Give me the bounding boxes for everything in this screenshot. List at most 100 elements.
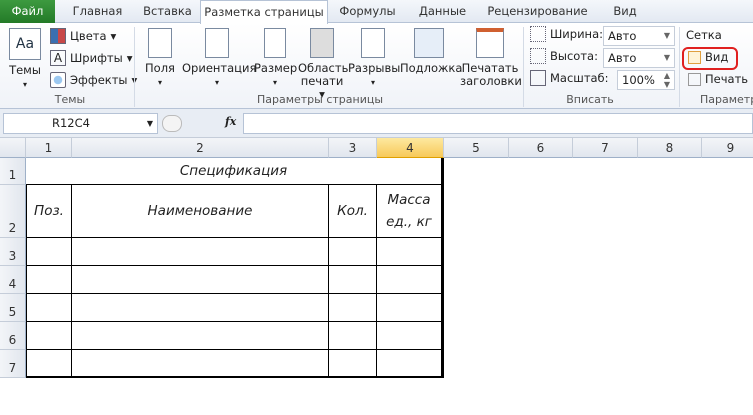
background-label: Подложка bbox=[400, 61, 463, 75]
row-header[interactable]: 4 bbox=[0, 266, 26, 294]
breaks-label: Разрывы bbox=[348, 61, 401, 75]
orientation-label: Ориентация bbox=[182, 61, 257, 75]
effects-label: Эффекты bbox=[70, 73, 128, 87]
table-cell[interactable] bbox=[26, 238, 72, 266]
table-cell[interactable] bbox=[377, 294, 444, 322]
tab-insert[interactable]: Вставка bbox=[135, 0, 200, 23]
page-setup-group-label: Параметры страницы bbox=[256, 93, 384, 106]
background-button[interactable]: Подложка bbox=[400, 28, 462, 75]
table-cell[interactable] bbox=[26, 266, 72, 294]
gridlines-print-checkbox[interactable]: Печать bbox=[688, 72, 748, 86]
column-header[interactable]: 7 bbox=[573, 138, 638, 158]
table-cell[interactable] bbox=[329, 322, 377, 350]
print-titles-label-2: заголовки bbox=[460, 74, 522, 88]
print-titles-label-1: Печатать bbox=[461, 61, 519, 75]
header-mass[interactable]: Масса ед., кг bbox=[377, 185, 444, 238]
row-header[interactable]: 6 bbox=[0, 322, 26, 350]
column-header[interactable]: 4 bbox=[377, 138, 444, 158]
header-position[interactable]: Поз. bbox=[26, 185, 72, 238]
formula-bar-resize-handle[interactable] bbox=[162, 115, 182, 132]
size-button[interactable]: Размер ▾ bbox=[254, 28, 297, 89]
height-icon bbox=[530, 48, 546, 64]
margins-button[interactable]: Поля ▾ bbox=[143, 28, 177, 89]
themes-button[interactable]: Aa Темы ▾ bbox=[5, 28, 45, 91]
gridlines-view-checkbox[interactable]: Вид bbox=[688, 50, 728, 64]
width-label: Ширина: bbox=[550, 27, 603, 41]
table-cell[interactable] bbox=[377, 238, 444, 266]
view-label: Вид bbox=[705, 50, 729, 64]
width-label-group: Ширина: bbox=[530, 26, 603, 42]
height-value: Авто bbox=[608, 51, 637, 65]
print-label: Печать bbox=[705, 72, 749, 86]
insert-function-button[interactable]: fx bbox=[225, 115, 236, 128]
table-cell[interactable] bbox=[377, 266, 444, 294]
checkbox-icon bbox=[688, 72, 701, 86]
margins-icon bbox=[148, 28, 172, 58]
row-header[interactable]: 5 bbox=[0, 294, 26, 322]
table-cell[interactable] bbox=[329, 238, 377, 266]
table-cell[interactable] bbox=[72, 294, 329, 322]
tab-view[interactable]: Вид bbox=[605, 0, 645, 23]
column-header[interactable]: 8 bbox=[638, 138, 702, 158]
table-cell[interactable] bbox=[26, 322, 72, 350]
scale-value: 100% bbox=[622, 73, 655, 87]
scale-spinner[interactable]: 100% ▲ ▼ bbox=[617, 70, 675, 90]
width-select[interactable]: Авто ▼ bbox=[603, 26, 675, 46]
column-header[interactable]: 1 bbox=[26, 138, 72, 158]
width-icon bbox=[530, 26, 546, 42]
table-cell[interactable] bbox=[72, 350, 329, 378]
height-select[interactable]: Авто ▼ bbox=[603, 48, 675, 68]
tab-review[interactable]: Рецензирование bbox=[480, 0, 595, 23]
row-header[interactable]: 3 bbox=[0, 238, 26, 266]
name-box[interactable]: R12C4 ▼ bbox=[3, 113, 158, 134]
breaks-button[interactable]: Разрывы ▾ bbox=[348, 28, 401, 89]
row-header[interactable]: 7 bbox=[0, 350, 26, 378]
table-cell[interactable] bbox=[377, 322, 444, 350]
table-cell[interactable] bbox=[72, 322, 329, 350]
fonts-button[interactable]: A Шрифты ▾ bbox=[50, 50, 132, 66]
row-header[interactable]: 1 bbox=[0, 158, 26, 185]
fonts-icon: A bbox=[50, 50, 66, 66]
table-cell[interactable] bbox=[329, 266, 377, 294]
table-title-cell[interactable]: Спецификация bbox=[26, 158, 444, 185]
effects-button[interactable]: Эффекты ▾ bbox=[50, 72, 137, 88]
print-area-label-1: Область bbox=[298, 61, 349, 75]
print-titles-icon bbox=[476, 28, 504, 58]
column-header[interactable]: 9 bbox=[702, 138, 753, 158]
ribbon-tabs: Файл Главная Вставка Разметка страницы Ф… bbox=[0, 0, 753, 24]
tab-page-layout[interactable]: Разметка страницы bbox=[200, 0, 328, 24]
print-area-label-2: печати bbox=[300, 74, 344, 88]
row-header[interactable]: 2 bbox=[0, 185, 26, 238]
printer-icon bbox=[310, 28, 334, 58]
colors-icon bbox=[50, 28, 66, 44]
table-cell[interactable] bbox=[26, 350, 72, 378]
table-cell[interactable] bbox=[377, 350, 444, 378]
table-cell[interactable] bbox=[329, 350, 377, 378]
scale-group-label: Вписать bbox=[566, 93, 614, 106]
orientation-icon bbox=[205, 28, 229, 58]
tab-formulas[interactable]: Формулы bbox=[330, 0, 405, 23]
column-header[interactable]: 6 bbox=[509, 138, 573, 158]
tab-data[interactable]: Данные bbox=[410, 0, 475, 23]
width-value: Авто bbox=[608, 29, 637, 43]
header-quantity[interactable]: Кол. bbox=[329, 185, 377, 238]
column-header[interactable]: 2 bbox=[72, 138, 329, 158]
orientation-button[interactable]: Ориентация ▾ bbox=[182, 28, 256, 89]
table-cell[interactable] bbox=[72, 238, 329, 266]
table-cell[interactable] bbox=[329, 294, 377, 322]
print-titles-button[interactable]: Печатать заголовки bbox=[460, 28, 522, 88]
table-cell[interactable] bbox=[26, 294, 72, 322]
formula-input[interactable] bbox=[243, 113, 753, 134]
column-header[interactable]: 5 bbox=[444, 138, 509, 158]
scale-label-group: Масштаб: bbox=[530, 70, 609, 86]
colors-button[interactable]: Цвета ▾ bbox=[50, 28, 116, 44]
tab-file[interactable]: Файл bbox=[0, 0, 55, 23]
sheet-options-group-label: Параметр bbox=[700, 93, 753, 106]
table-cell[interactable] bbox=[72, 266, 329, 294]
column-header[interactable]: 3 bbox=[329, 138, 377, 158]
tab-home[interactable]: Главная bbox=[60, 0, 135, 23]
effects-icon bbox=[50, 72, 66, 88]
print-area-button[interactable]: Область печати ▾ bbox=[298, 28, 349, 101]
select-all-corner[interactable] bbox=[0, 138, 26, 158]
header-name[interactable]: Наименование bbox=[72, 185, 329, 238]
